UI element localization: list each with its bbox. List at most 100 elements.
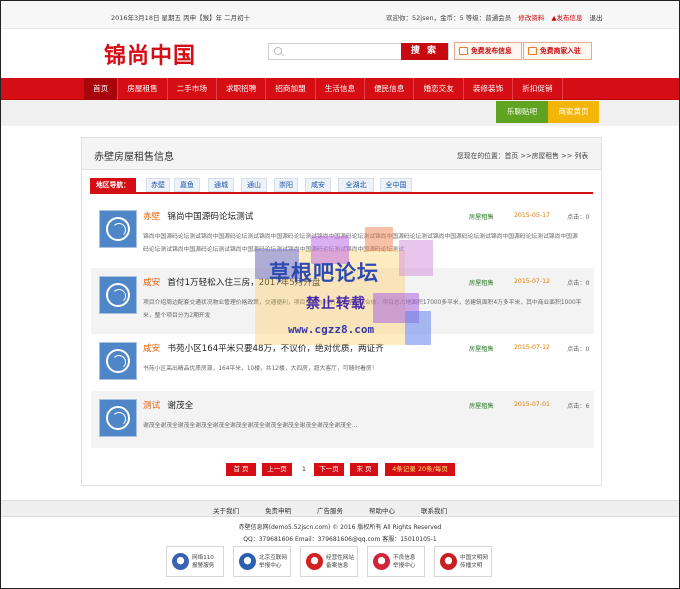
free-shop-button[interactable]: 免费商家入驻 bbox=[523, 42, 592, 60]
search-button[interactable]: 搜 索 bbox=[401, 43, 448, 60]
listing-row[interactable]: 测试 谢茂全 房屋租售 2015-07-01 点击：6 谢茂全谢茂全谢茂全谢茂全谢茂全谢茂… bbox=[91, 391, 594, 448]
free-post-button[interactable]: 免费发布信息 bbox=[454, 42, 522, 60]
nav-item[interactable]: 折扣促销 bbox=[513, 78, 563, 100]
watermark-tile bbox=[405, 311, 431, 345]
footer-link[interactable]: 帮助中心 bbox=[369, 505, 395, 515]
nav-item[interactable]: 便民信息 bbox=[365, 78, 415, 100]
nav-item[interactable]: 婚恋交友 bbox=[414, 78, 464, 100]
page-title: 赤壁房屋租售信息 bbox=[94, 152, 174, 163]
logout-link[interactable]: 退出 bbox=[590, 14, 603, 22]
region-tag[interactable]: 全中国 bbox=[380, 178, 412, 192]
region-tag[interactable]: 全湖北 bbox=[338, 178, 374, 192]
placeholder-logo-icon bbox=[106, 349, 130, 373]
top-bar: 2016年3月18日 星期五 丙申【猴】年 二月初十 欢迎你：52jsen，金币… bbox=[1, 1, 679, 29]
footer-link[interactable]: 广告服务 bbox=[317, 505, 343, 515]
record-icon bbox=[306, 553, 323, 570]
region-tag[interactable]: 通山 bbox=[241, 178, 267, 192]
region-tag[interactable]: 崇阳 bbox=[274, 178, 298, 192]
listing-area[interactable]: 咸安 bbox=[143, 342, 160, 354]
listing-thumbnail[interactable] bbox=[99, 342, 137, 380]
region-tag[interactable]: 赤壁 bbox=[146, 178, 170, 192]
listing-date: 2015-07-12 bbox=[514, 344, 550, 351]
listing-views: 点击：0 bbox=[567, 346, 590, 353]
placeholder-logo-icon bbox=[106, 406, 130, 430]
listing-date: 2015-05-17 bbox=[514, 212, 550, 219]
badge-text: 不良信息 举报中心 bbox=[393, 555, 416, 569]
main-nav: 首页 房屋租售 二手市场 求职招聘 招商加盟 生活信息 便民信息 婚恋交友 装修装饰 折扣促销 bbox=[1, 78, 679, 100]
nav-item[interactable]: 求职招聘 bbox=[217, 78, 267, 100]
listing-date: 2015-07-01 bbox=[514, 401, 550, 408]
footer-link[interactable]: 联系我们 bbox=[421, 505, 447, 515]
placeholder-logo-icon bbox=[106, 217, 130, 241]
civilization-icon bbox=[440, 553, 457, 570]
pager-total: 4条记录 20条/每页 bbox=[385, 463, 455, 476]
nav-item[interactable]: 二手市场 bbox=[168, 78, 217, 100]
pager-prev-button[interactable]: 上一页 bbox=[262, 463, 292, 476]
listing-category: 房屋租售 bbox=[469, 403, 494, 410]
listing-views: 点击：0 bbox=[567, 280, 590, 287]
nav-item[interactable]: 首页 bbox=[84, 78, 119, 100]
site-logo[interactable]: 锦尚中国 bbox=[104, 38, 196, 70]
footer-badge[interactable]: 经营性网站 备案信息 bbox=[300, 546, 358, 577]
post-info-link[interactable]: ▲发布信息 bbox=[551, 14, 582, 22]
copyright-text: 赤壁信息网(demo5.52jscn.com) © 2016 版权所有 All … bbox=[238, 524, 442, 531]
watermark-tile bbox=[399, 240, 433, 276]
nav-item[interactable]: 装修装饰 bbox=[464, 78, 514, 100]
pager-page-number[interactable]: 1 bbox=[299, 463, 309, 476]
footer-nav: 关于我们 免责申明 广告服务 帮助中心 联系我们 bbox=[1, 500, 679, 517]
badge-text: 中国文明网 传播文明 bbox=[460, 555, 488, 569]
watermark-line1: 草根吧论坛 bbox=[269, 261, 379, 285]
welcome-text: 欢迎你：52jsen，金币：5 等级：普通会员 bbox=[386, 14, 512, 22]
tieba-button[interactable]: 乐聊贴吧 bbox=[496, 101, 548, 123]
report-icon bbox=[239, 553, 256, 570]
footer-link[interactable]: 关于我们 bbox=[213, 505, 239, 515]
footer-link[interactable]: 免责申明 bbox=[265, 505, 291, 515]
listing-area[interactable]: 赤壁 bbox=[143, 210, 160, 222]
listing-category: 房屋租售 bbox=[469, 280, 494, 287]
listing-thumbnail[interactable] bbox=[99, 210, 137, 248]
footer-badge[interactable]: 北京互联网 举报中心 bbox=[233, 546, 291, 577]
pager-next-button[interactable]: 下一页 bbox=[314, 463, 344, 476]
listing-views: 点击：0 bbox=[567, 214, 590, 221]
edit-icon bbox=[459, 47, 468, 55]
footer-badge[interactable]: 网络110 报警服务 bbox=[166, 546, 224, 577]
badge-text: 经营性网站 备案信息 bbox=[326, 555, 354, 569]
region-tag[interactable]: 咸安 bbox=[305, 178, 331, 192]
listing-category: 房屋租售 bbox=[469, 346, 494, 353]
listing-date: 2015-07-12 bbox=[514, 278, 550, 285]
nav-item[interactable]: 房屋租售 bbox=[118, 78, 168, 100]
listing-title[interactable]: 谢茂全 bbox=[167, 399, 193, 411]
panel-header: 赤壁房屋租售信息 您现在的位置：首页 >>房屋租售 >> 列表 bbox=[82, 138, 601, 170]
page-frame: 2016年3月18日 星期五 丙申【猴】年 二月初十 欢迎你：52jsen，金币… bbox=[0, 0, 680, 589]
region-nav: 地区导航： 赤壁 嘉鱼 通城 通山 崇阳 咸安 全湖北 全中国 bbox=[90, 178, 593, 194]
region-tag[interactable]: 嘉鱼 bbox=[174, 178, 200, 192]
listing-description: 书苑小区高出精品优质房源，164平米，10楼，共12楼，大四房，超大客厅，可随时… bbox=[143, 366, 378, 372]
listing-description: 谢茂全谢茂全谢茂全谢茂全谢茂全谢茂全谢茂全谢茂全谢茂全谢茂全谢茂全谢茂全... bbox=[143, 423, 358, 429]
watermark-line2: 禁止转载 bbox=[306, 296, 366, 312]
search-icon bbox=[274, 47, 282, 55]
footer-badge[interactable]: 不良信息 举报中心 bbox=[367, 546, 425, 577]
user-info: 欢迎你：52jsen，金币：5 等级：普通会员 修改资料 ▲发布信息 退出 bbox=[386, 12, 608, 22]
footer-badge[interactable]: 中国文明网 传播文明 bbox=[434, 546, 492, 577]
region-tag[interactable]: 通城 bbox=[208, 178, 234, 192]
nav-item[interactable]: 招商加盟 bbox=[266, 78, 316, 100]
badge-text: 网络110 报警服务 bbox=[192, 555, 215, 569]
bad-info-icon bbox=[373, 553, 390, 570]
listing-area[interactable]: 咸安 bbox=[143, 276, 160, 288]
nav-item[interactable]: 生活信息 bbox=[316, 78, 366, 100]
shop-icon bbox=[528, 47, 537, 55]
shop-page-button[interactable]: 商家黄页 bbox=[548, 101, 599, 123]
pager-first-button[interactable]: 首 页 bbox=[226, 463, 256, 476]
listing-thumbnail[interactable] bbox=[99, 399, 137, 437]
pager-last-button[interactable]: 末 页 bbox=[350, 463, 378, 476]
listing-area[interactable]: 测试 bbox=[143, 399, 160, 411]
edit-profile-link[interactable]: 修改资料 bbox=[518, 14, 544, 22]
search-input[interactable] bbox=[285, 45, 397, 58]
listing-title[interactable]: 锦尚中国源码论坛测试 bbox=[167, 210, 253, 222]
watermark-tile bbox=[365, 227, 393, 251]
watermark-line3: www.cgzz8.com bbox=[288, 323, 375, 336]
police-icon bbox=[172, 553, 189, 570]
badge-text: 北京互联网 举报中心 bbox=[259, 555, 287, 569]
free-shop-label: 免费商家入驻 bbox=[540, 47, 581, 55]
listing-thumbnail[interactable] bbox=[99, 276, 137, 314]
